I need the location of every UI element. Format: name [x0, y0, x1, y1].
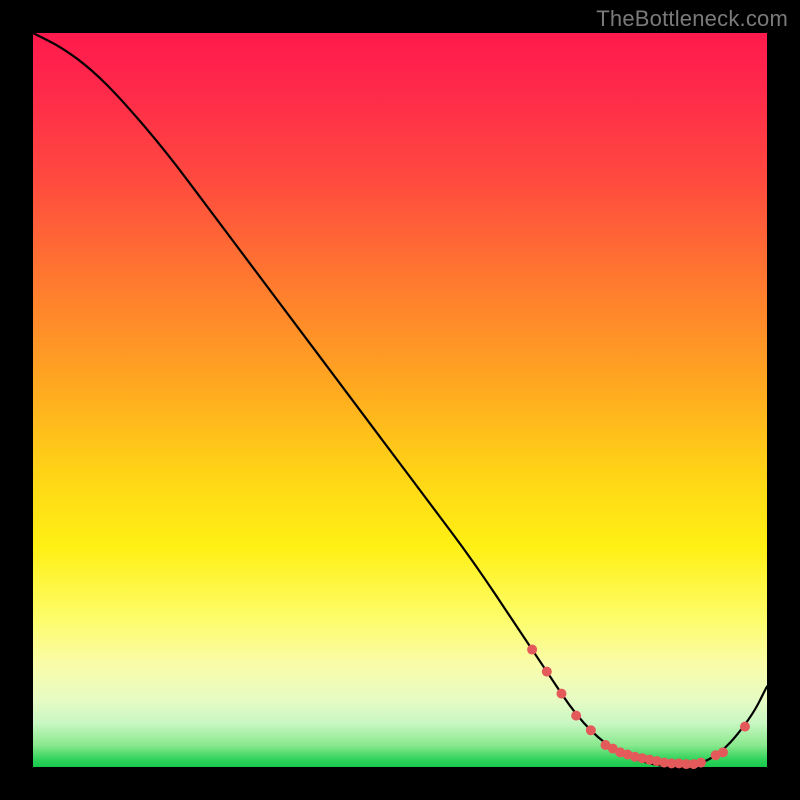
plot-area: [33, 33, 767, 767]
marker-point: [740, 722, 750, 732]
marker-point: [527, 645, 537, 655]
chart-stage: TheBottleneck.com: [0, 0, 800, 800]
curve-canvas: [33, 33, 767, 767]
marker-point: [556, 689, 566, 699]
marker-point: [571, 711, 581, 721]
bottleneck-curve: [33, 33, 767, 767]
marker-point: [696, 758, 706, 768]
marker-point: [586, 725, 596, 735]
attribution-label: TheBottleneck.com: [596, 6, 788, 32]
marker-point: [542, 667, 552, 677]
marker-cluster: [527, 645, 750, 770]
marker-point: [718, 747, 728, 757]
